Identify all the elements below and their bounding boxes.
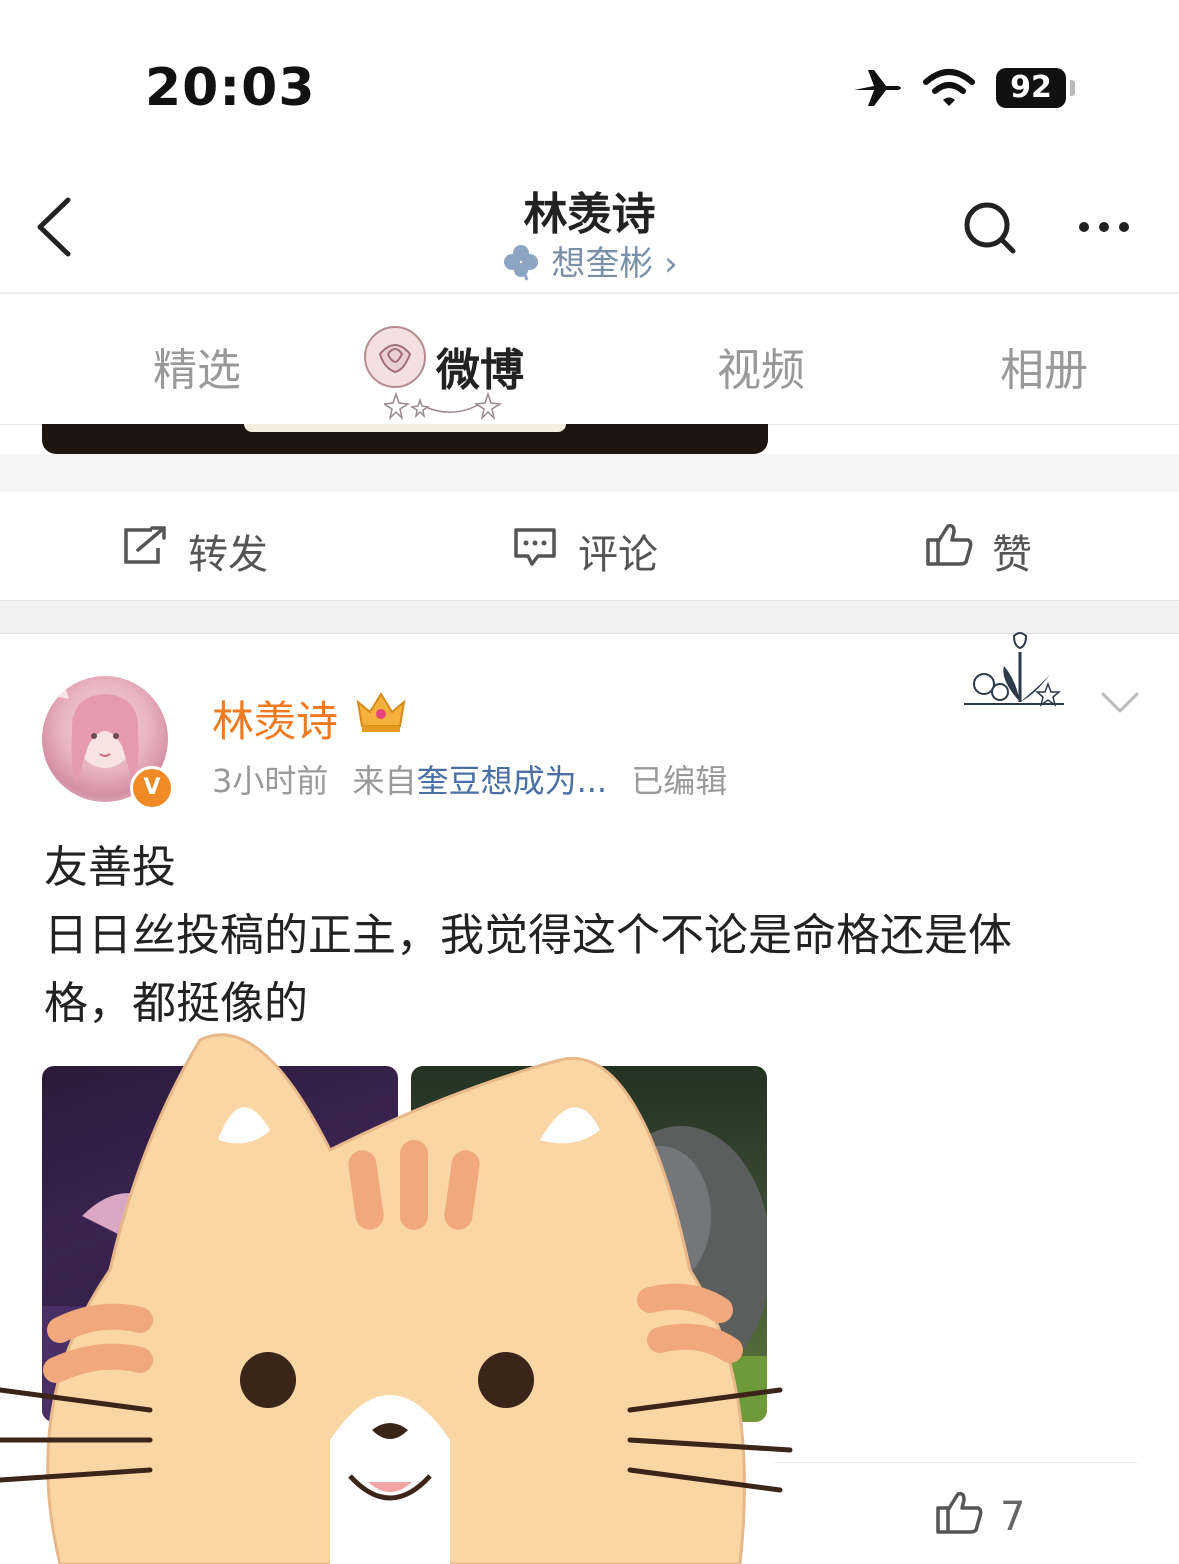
stars-decoration-icon <box>384 392 502 420</box>
tab-album[interactable]: 相册 <box>1000 334 1088 398</box>
cat-sticker-icon <box>0 1033 793 1564</box>
verified-badge: V <box>130 766 174 810</box>
rose-icon <box>364 326 426 388</box>
post-meta: 3小时前 来自奎豆想成为... 已编辑 <box>212 756 727 802</box>
clover-icon <box>504 245 539 281</box>
post-author-name[interactable]: 林羡诗 <box>212 688 338 749</box>
post-separator <box>0 600 1179 634</box>
previous-post-footer-band <box>0 454 1179 492</box>
like-button[interactable]: 赞 <box>992 522 1032 580</box>
flower-decoration-icon <box>964 632 1064 707</box>
post-time: 3小时前 <box>212 762 329 800</box>
crown-icon <box>356 692 406 732</box>
post-text-line-2: 日日丝投稿的正主，我觉得这个不论是命格还是体 <box>44 910 1012 961</box>
tab-videos[interactable]: 视频 <box>717 334 805 398</box>
chevron-right-icon: › <box>664 244 678 284</box>
post-source-link[interactable]: 奎豆想成为... <box>417 762 608 800</box>
battery-nub <box>1070 80 1075 96</box>
comment-icon <box>514 528 556 566</box>
tab-weibo[interactable]: 微博 <box>436 334 524 398</box>
search-icon[interactable] <box>962 200 1018 256</box>
battery-indicator: 92 <box>996 68 1066 108</box>
source-prefix: 来自 <box>352 762 417 800</box>
more-icon[interactable] <box>1076 218 1136 236</box>
post-like-count: 7 <box>1000 1494 1026 1540</box>
header-divider <box>0 292 1179 294</box>
repost-button[interactable]: 转发 <box>188 522 268 580</box>
chevron-down-icon[interactable] <box>1100 690 1140 716</box>
repost-icon <box>124 526 166 564</box>
edited-label: 已编辑 <box>631 762 728 800</box>
status-time: 20:03 <box>145 58 316 118</box>
post-like-icon[interactable] <box>934 1488 984 1536</box>
previous-post-image-detail <box>244 424 566 432</box>
post-footer-divider <box>775 1462 1137 1463</box>
tab-featured[interactable]: 精选 <box>153 334 241 398</box>
comment-button[interactable]: 评论 <box>578 522 658 580</box>
wifi-icon <box>923 69 975 106</box>
subtitle-label: 想奎彬 <box>551 244 654 284</box>
like-icon <box>926 523 973 566</box>
post-text-line-1: 友善投 <box>44 842 176 893</box>
airplane-mode-icon <box>854 70 901 106</box>
